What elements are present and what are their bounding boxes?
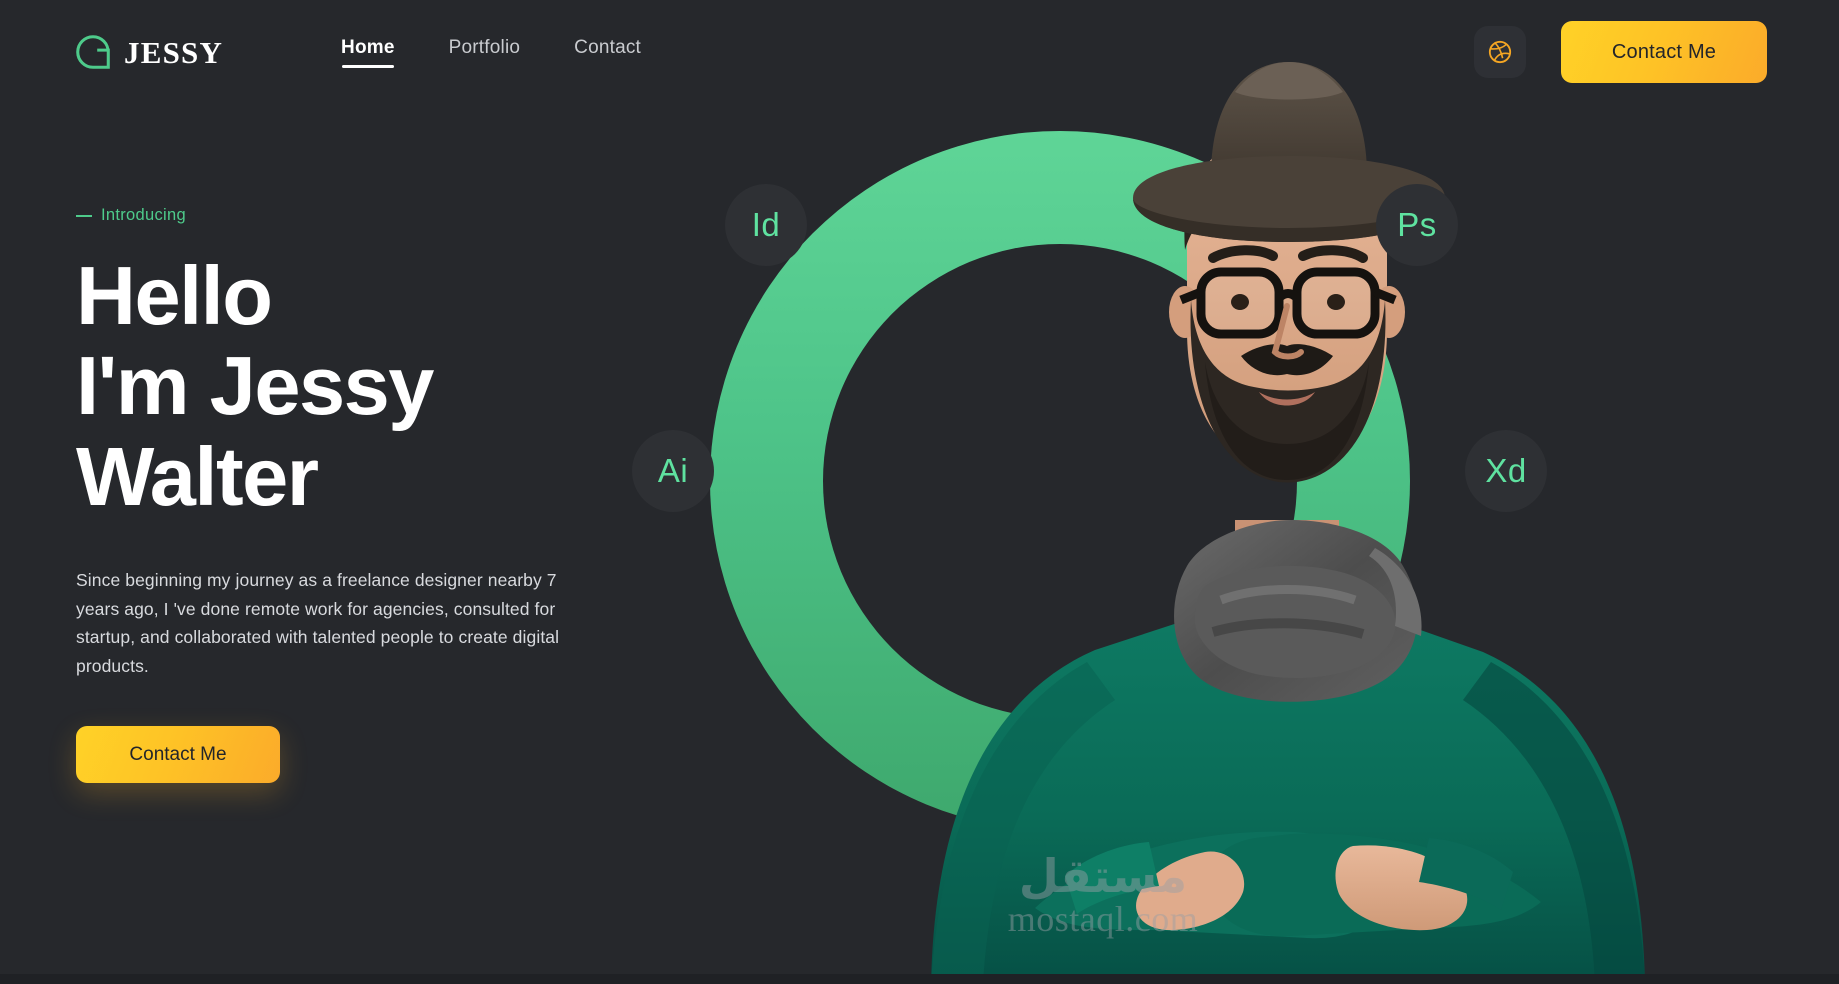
header-actions: Contact Me bbox=[1474, 21, 1767, 83]
watermark-arabic: مستقل bbox=[1018, 849, 1188, 903]
skill-badge-indesign-label: Id bbox=[751, 206, 781, 243]
bottom-strip bbox=[0, 974, 1839, 984]
skill-badge-photoshop[interactable]: Ps bbox=[1376, 184, 1458, 266]
dribbble-button[interactable] bbox=[1474, 26, 1526, 78]
landing-page: JESSY Home Portfolio Contact Contact Me bbox=[0, 0, 1839, 984]
hero-headline-line-3: Walter bbox=[76, 429, 319, 523]
hero-eyebrow: Introducing bbox=[76, 206, 696, 225]
g-monogram-icon bbox=[76, 35, 110, 69]
header-contact-button[interactable]: Contact Me bbox=[1561, 21, 1767, 83]
skill-badge-adobexd-label: Xd bbox=[1485, 452, 1527, 489]
mostaql-watermark: مستقل mostaql.com bbox=[953, 852, 1253, 940]
nav-item-contact[interactable]: Contact bbox=[574, 37, 641, 68]
nav-item-home[interactable]: Home bbox=[341, 37, 395, 68]
hero-visual: Id Ps Ai Xd مستقل mostaql.com bbox=[632, 0, 1839, 984]
watermark-latin: mostaql.com bbox=[1007, 899, 1199, 940]
nav-item-home-label: Home bbox=[341, 36, 395, 58]
hero-headline-line-1: Hello bbox=[76, 249, 273, 342]
skill-badge-adobexd[interactable]: Xd bbox=[1465, 430, 1547, 512]
dribbble-icon bbox=[1488, 40, 1512, 64]
nav-active-underline bbox=[342, 64, 395, 68]
nav-item-portfolio[interactable]: Portfolio bbox=[449, 37, 521, 68]
main-nav: Home Portfolio Contact bbox=[341, 37, 641, 68]
skill-badge-photoshop-label: Ps bbox=[1397, 206, 1437, 243]
ring-inner-cutout bbox=[823, 244, 1297, 718]
green-ring-graphic bbox=[710, 131, 1410, 831]
hero-description: Since beginning my journey as a freelanc… bbox=[76, 570, 560, 676]
hero-headline-line-2: I'm Jessy bbox=[76, 339, 434, 433]
skill-badge-indesign[interactable]: Id bbox=[725, 184, 807, 266]
hero-headline: Hello I'm Jessy Walter bbox=[76, 249, 696, 523]
brand-name: JESSY bbox=[124, 34, 224, 70]
hero-copy: Introducing Hello I'm Jessy Walter Since… bbox=[76, 206, 696, 784]
hero-eyebrow-label: Introducing bbox=[101, 206, 186, 224]
eyebrow-dash-icon bbox=[76, 214, 92, 217]
brand-logo[interactable]: JESSY bbox=[72, 31, 223, 73]
site-header: JESSY Home Portfolio Contact Contact Me bbox=[0, 0, 1839, 104]
hero-contact-button[interactable]: Contact Me bbox=[76, 726, 280, 784]
